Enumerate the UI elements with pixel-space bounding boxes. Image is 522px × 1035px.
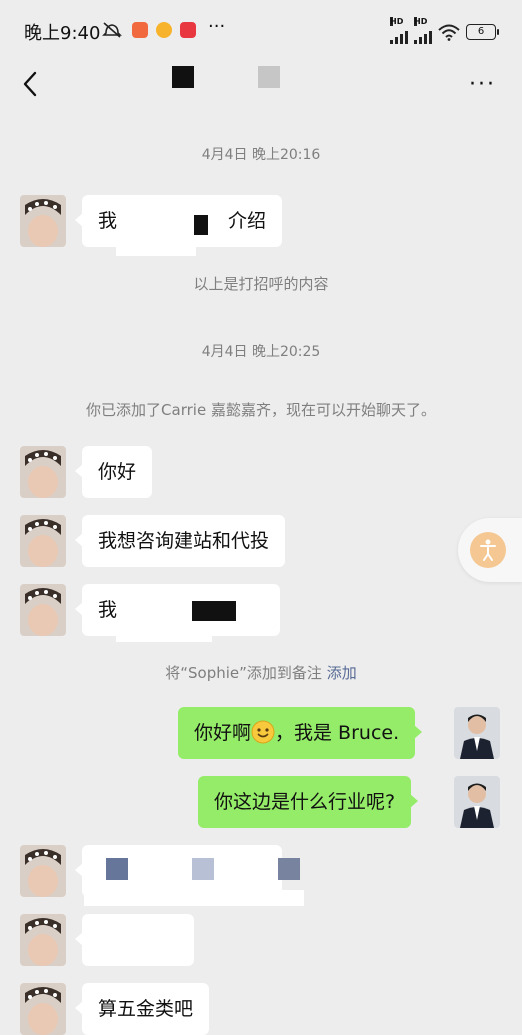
remark-notice: 将“Sophie”添加到备注 添加 <box>0 662 522 683</box>
contact-avatar[interactable] <box>20 584 66 636</box>
battery-icon: 6 <box>466 24 499 40</box>
contact-photo <box>20 584 66 636</box>
contact-photo <box>20 845 66 897</box>
mute-icon <box>102 22 122 38</box>
contact-avatar[interactable] <box>20 845 66 897</box>
message-text: 我想咨询建站和代投 <box>98 530 270 552</box>
more-icon[interactable]: ··· <box>469 72 496 97</box>
my-avatar[interactable] <box>454 707 500 759</box>
message-text: 我 <box>98 599 118 621</box>
friend-added-notice: 你已添加了Carrie 嘉懿嘉齐，现在可以开始聊天了。 <box>86 401 436 419</box>
redaction-pixel <box>194 215 208 235</box>
contact-avatar[interactable] <box>20 515 66 567</box>
accessibility-icon <box>470 532 506 568</box>
status-time: 晚上9:40 <box>24 23 101 44</box>
timestamp: 4月4日 晚上20:25 <box>201 344 321 360</box>
contact-photo <box>20 914 66 966</box>
app-red-icon <box>180 22 196 38</box>
message-bubble[interactable]: 我想咨询建站和代投 <box>74 515 286 567</box>
message-bubble-redacted[interactable] <box>75 914 194 966</box>
add-remark-link[interactable]: 添加 <box>327 664 357 682</box>
smile-emoji-icon <box>251 720 275 744</box>
message-text: 你好啊 <box>194 722 252 744</box>
contact-photo <box>20 515 66 567</box>
more-notifications-icon: ··· <box>208 16 226 37</box>
redaction-patch <box>84 890 304 906</box>
contact-photo <box>20 983 66 1035</box>
message-text: 算五金类吧 <box>98 998 194 1020</box>
nav-bar: ··· <box>0 60 522 110</box>
signal-icon-2: HD <box>414 17 432 44</box>
weibo-icon <box>156 22 172 38</box>
wifi-icon <box>438 24 460 41</box>
app-notification-icon <box>132 22 148 38</box>
back-arrow-icon[interactable] <box>18 66 44 102</box>
contact-avatar[interactable] <box>20 195 66 247</box>
message-text: 我 <box>98 210 118 232</box>
timestamp: 4月4日 晚上20:16 <box>201 147 321 163</box>
message-bubble[interactable]: 你好 <box>74 446 153 498</box>
remark-notice-text: 将“Sophie”添加到备注 <box>165 664 322 682</box>
redaction-pixel <box>106 858 128 880</box>
signal-icon: HD <box>390 17 408 44</box>
message-text: 你这边是什么行业呢? <box>214 791 396 813</box>
chat-title-redacted-2 <box>258 66 280 88</box>
message-bubble[interactable]: 算五金类吧 <box>74 983 210 1035</box>
message-text-end: ，我是 Bruce. <box>275 722 400 744</box>
message-text-end: 介绍 <box>227 210 266 232</box>
my-photo <box>454 707 500 759</box>
message-text: 你好 <box>98 461 137 483</box>
my-photo <box>454 776 500 828</box>
status-right-group: HD HD 6 <box>390 17 499 44</box>
redaction-pixel <box>192 858 214 880</box>
contact-photo <box>20 446 66 498</box>
network-label-2: HD <box>414 17 428 26</box>
outgoing-message-bubble[interactable]: 你这边是什么行业呢? <box>198 776 419 828</box>
outgoing-message-bubble[interactable]: 你好啊 ，我是 Bruce. <box>178 707 423 759</box>
my-avatar[interactable] <box>454 776 500 828</box>
contact-avatar[interactable] <box>20 446 66 498</box>
contact-avatar[interactable] <box>20 914 66 966</box>
redaction-pixel <box>192 601 236 621</box>
accessibility-glyph <box>480 539 496 561</box>
greeting-notice: 以上是打招呼的内容 <box>193 275 329 293</box>
redaction-patch <box>116 232 196 256</box>
network-label: HD <box>390 17 404 26</box>
floating-assist-button[interactable] <box>458 518 522 582</box>
contact-photo <box>20 195 66 247</box>
chat-title-redacted <box>172 66 194 88</box>
contact-avatar[interactable] <box>20 983 66 1035</box>
redaction-pixel <box>278 858 300 880</box>
status-bar: 晚上9:40 ··· HD HD 6 <box>0 0 522 60</box>
